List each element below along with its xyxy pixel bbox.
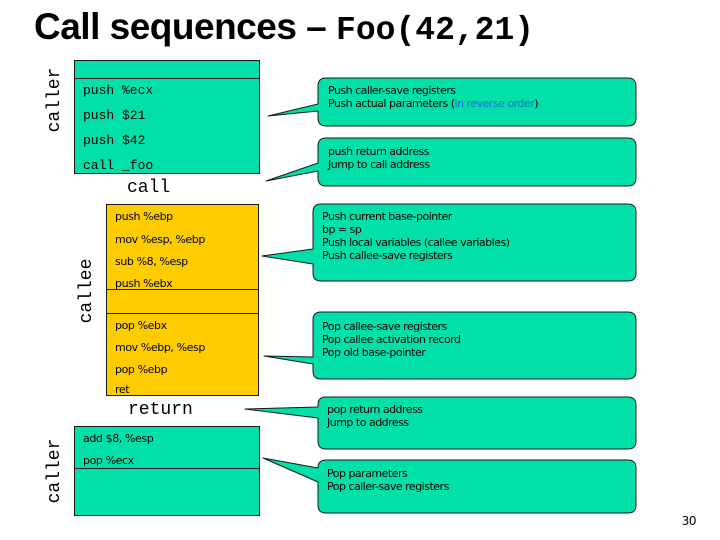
callout-call: push return address Jump to call address [328, 145, 430, 171]
callout-return: pop return address Jump to address [327, 403, 423, 429]
callout-line: Pop callee activation record [322, 333, 461, 346]
callout-line: pop return address [327, 403, 423, 416]
page-number: 30 [681, 514, 697, 528]
callout-highlight-text: in reverse order [454, 97, 535, 110]
callout-line: Push callee-save registers [322, 249, 453, 262]
callout-shapes [244, 77, 637, 514]
callout-line: Push actual parameters ( [328, 97, 455, 110]
callout-line: Jump to address [327, 416, 409, 429]
callout-line-suffix: ) [534, 97, 539, 110]
callout-caller-cleanup: Pop parameters Pop caller-save registers [327, 467, 449, 493]
callout-line: bp = sp [322, 223, 362, 236]
callout-bubble-caller-cleanup [262, 457, 637, 514]
callout-line-with-highlight: Push actual parameters (in reverse order… [328, 97, 539, 110]
callout-caller-setup: Push caller-save registers Push actual p… [328, 84, 539, 110]
callout-line: Push current base-pointer [322, 210, 452, 223]
callout-line: Jump to call address [328, 158, 430, 171]
callout-line: Push caller-save registers [328, 84, 456, 97]
callout-epilogue: Pop callee-save registers Pop callee act… [322, 320, 461, 359]
callout-line: push return address [328, 145, 429, 158]
callout-bubble-return [244, 396, 637, 450]
callout-bubble-call [265, 137, 637, 187]
callout-prologue: Push current base-pointer bp = sp Push l… [322, 210, 510, 262]
callout-line: Pop callee-save registers [322, 320, 447, 333]
callout-line: Pop parameters [327, 467, 408, 480]
callout-line: Pop old base-pointer [322, 346, 426, 359]
callout-line: Push local variables (callee variables) [322, 236, 510, 249]
callout-line: Pop caller-save registers [327, 480, 449, 493]
